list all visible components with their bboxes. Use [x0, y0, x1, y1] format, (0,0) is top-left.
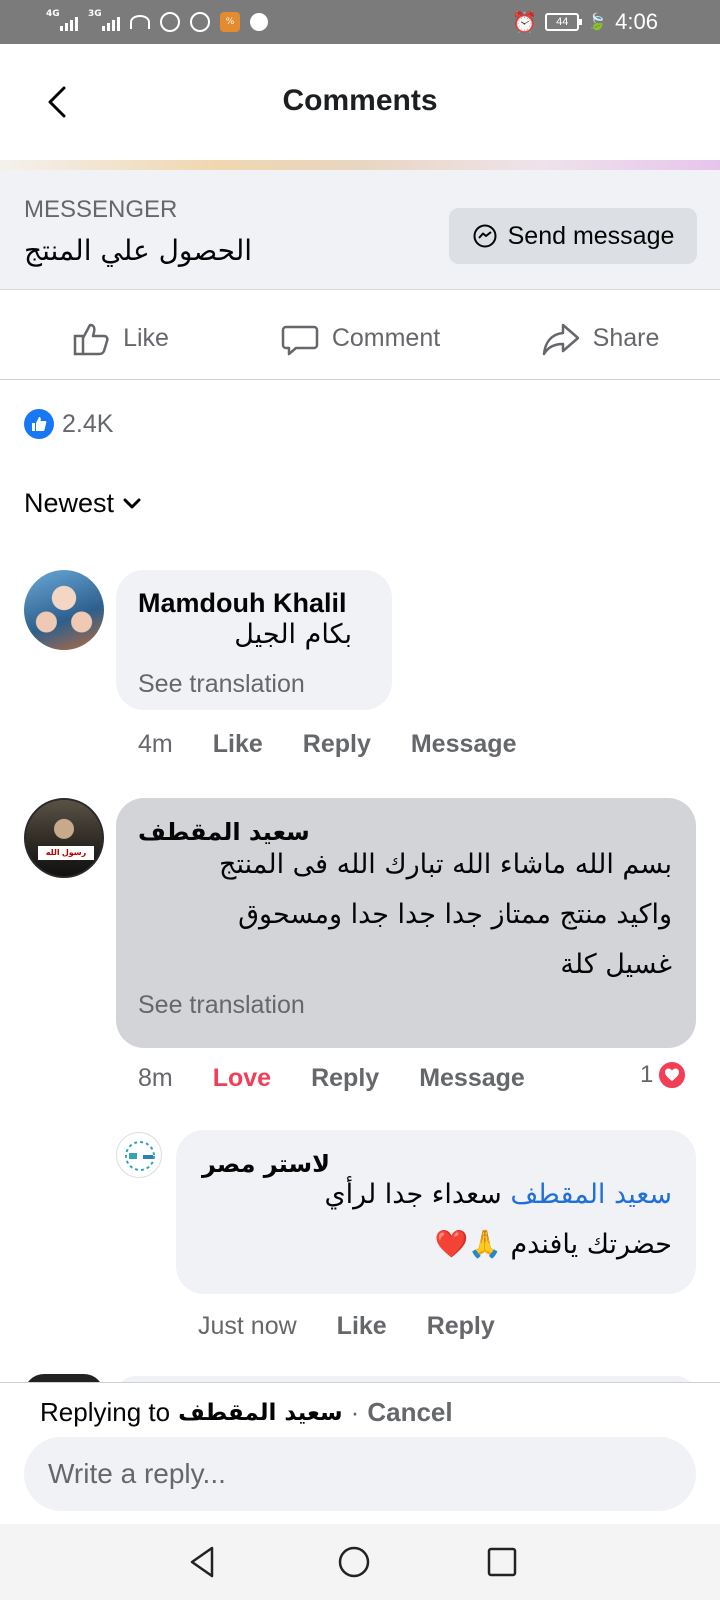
system-navigation-bar [0, 1524, 720, 1600]
comment-like-link[interactable]: Like [213, 730, 263, 759]
wifi-icon [130, 15, 150, 29]
avatar[interactable]: رسول الله [24, 798, 104, 878]
chevron-down-icon [123, 498, 141, 508]
separator-dot: · [350, 1397, 360, 1427]
comment-text-line: بسم الله ماشاء الله تبارك الله فى المنتج [219, 849, 672, 880]
replying-to-bar: Replying to سعيد المقطف · Cancel [40, 1397, 453, 1428]
comment-message-link[interactable]: Message [411, 730, 517, 759]
comment-reaction-count[interactable]: 1 [640, 1060, 688, 1090]
sort-dropdown[interactable]: Newest [24, 488, 142, 519]
alarm-icon: ⏰ [512, 11, 538, 34]
replying-to-label: Replying to [40, 1397, 171, 1427]
back-nav-icon[interactable] [184, 1544, 220, 1580]
post-action-bar: Like Comment Share [0, 298, 720, 380]
battery-icon: 44 [545, 13, 583, 31]
messenger-cta: MESSENGER الحصول علي المنتج Send message [0, 170, 720, 290]
recents-nav-icon[interactable] [484, 1544, 520, 1580]
comment-time: 4m [138, 730, 173, 758]
comment-meta: 4m Like Reply Message [138, 730, 556, 759]
messenger-icon [473, 224, 497, 248]
thumbs-up-icon [73, 323, 109, 355]
reply-text: سعيد المقطف سعداء جدا لرأي حضرتك يافندم … [324, 1170, 672, 1270]
like-reaction-icon [24, 409, 54, 439]
messenger-headline: الحصول علي المنتج [24, 234, 253, 267]
reply-text-line: حضرتك يافندم 🙏❤️ [434, 1229, 672, 1260]
share-icon [542, 323, 579, 355]
clock: 4:06 [615, 9, 658, 34]
leaf-icon: 🍃 [587, 14, 608, 31]
signal-icon-2: 3G [88, 9, 120, 31]
like-button[interactable]: Like [0, 298, 240, 379]
cancel-reply-button[interactable]: Cancel [367, 1397, 452, 1428]
sync-icon [160, 12, 180, 32]
reply-text-line: سعيد المقطف سعداء جدا لرأي [324, 1170, 672, 1220]
status-bar: 4G 3G % ⏰ 44 🍃 4:06 [0, 0, 720, 44]
heart-icon [657, 1060, 688, 1090]
app-notification-icon: % [220, 12, 240, 32]
sort-label: Newest [24, 488, 115, 518]
reply-composer: Replying to سعيد المقطف · Cancel [0, 1382, 720, 1524]
reply-bubble[interactable]: لاستر مصر سعيد المقطف سعداء جدا لرأي حضر… [176, 1130, 696, 1294]
comment-love-link[interactable]: Love [213, 1064, 271, 1093]
reply-meta: Just now Like Reply [198, 1312, 535, 1341]
comment-reply-link[interactable]: Reply [311, 1064, 379, 1093]
comment-text: بسم الله ماشاء الله تبارك الله فى المنتج… [219, 840, 672, 990]
comment-text-line: واكيد منتج ممتاز جدا جدا جدا ومسحوق [238, 899, 672, 930]
signal-icon: 4G [46, 9, 78, 31]
see-translation-link[interactable]: See translation [138, 670, 305, 699]
reaction-summary[interactable]: 2.4K [24, 408, 113, 440]
comment-button[interactable]: Comment [240, 298, 480, 379]
like-label: Like [123, 324, 169, 352]
notification-icon [250, 13, 268, 31]
share-button[interactable]: Share [480, 298, 720, 379]
avatar[interactable] [24, 570, 104, 650]
comment-message-link[interactable]: Message [419, 1064, 525, 1093]
comment-time: 8m [138, 1064, 173, 1092]
comment-label: Comment [331, 324, 441, 352]
network-type-label: 4G [46, 9, 60, 19]
comment-icon [281, 325, 319, 355]
comment-meta: 8m Love Reply Message [138, 1064, 565, 1093]
whatsapp-icon [190, 12, 210, 32]
reply-author[interactable]: لاستر مصر [202, 1150, 330, 1178]
reply-text-fragment: سعداء جدا لرأي [324, 1179, 502, 1210]
status-left: 4G 3G % [46, 8, 268, 36]
reaction-count-number: 1 [640, 1061, 654, 1088]
reply-reply-link[interactable]: Reply [427, 1312, 495, 1341]
reply-time: Just now [198, 1312, 297, 1340]
reply-input[interactable] [24, 1437, 696, 1511]
network-type-label-2: 3G [88, 9, 102, 19]
comment-bubble[interactable]: Mamdouh Khalil بكام الجيل See translatio… [116, 570, 392, 710]
comment-text-line: غسيل كلة [560, 949, 672, 980]
page-logo-icon [125, 1141, 155, 1171]
comment-bubble-selected[interactable]: سعيد المقطف بسم الله ماشاء الله تبارك ال… [116, 798, 696, 1048]
mention-link[interactable]: سعيد المقطف [510, 1179, 672, 1210]
page-title: Comments [282, 84, 438, 117]
header: Comments [0, 44, 720, 160]
see-translation-link[interactable]: See translation [138, 991, 305, 1020]
send-message-button[interactable]: Send message [449, 208, 697, 264]
messenger-label: MESSENGER [24, 196, 178, 223]
comment-reply-link[interactable]: Reply [303, 730, 371, 759]
replying-to-name: سعيد المقطف [178, 1399, 343, 1426]
send-message-label: Send message [507, 221, 675, 250]
reaction-count: 2.4K [62, 409, 114, 438]
page-avatar[interactable] [116, 1132, 162, 1178]
post-image-strip [0, 160, 720, 170]
reply-like-link[interactable]: Like [337, 1312, 387, 1341]
comment-text: بكام الجيل [234, 619, 352, 650]
share-label: Share [592, 324, 660, 352]
home-nav-icon[interactable] [336, 1544, 372, 1580]
avatar-caption: رسول الله [38, 846, 94, 860]
status-right: ⏰ 44 🍃 4:06 [512, 8, 658, 36]
